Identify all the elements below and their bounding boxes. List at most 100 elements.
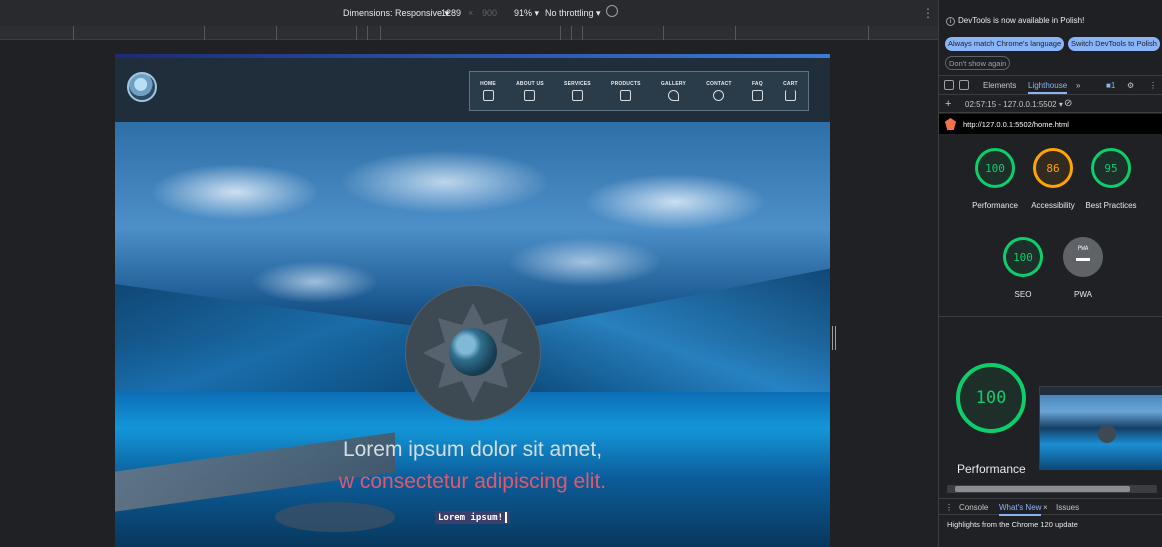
- more-tabs-button[interactable]: »: [1076, 81, 1080, 90]
- scrollbar-thumb[interactable]: [955, 486, 1130, 492]
- device-emulation-pane: Dimensions: Responsive ▾ 1289 × 900 91% …: [0, 0, 938, 547]
- rotate-icon[interactable]: [606, 5, 618, 17]
- report-url-bar: http://127.0.0.1:5502/home.html: [939, 114, 1162, 134]
- devtools-tabs: Elements Lighthouse » ■1 ⚙ ⋮: [939, 77, 1162, 95]
- site-header: HOME ABOUT US SERVICES PRODUCTS GALLERY …: [115, 58, 830, 122]
- hero-emblem: [406, 286, 540, 420]
- devtools-panel: i DevTools is now available in Polish! Al…: [938, 0, 1162, 547]
- settings-gear-icon[interactable]: ⚙: [1127, 81, 1134, 90]
- horizontal-scrollbar[interactable]: [947, 485, 1157, 493]
- issues-badge[interactable]: ■1: [1106, 81, 1115, 90]
- page-screenshot-thumbnail[interactable]: [1039, 386, 1162, 470]
- viewport-resize-handle[interactable]: [832, 326, 836, 350]
- text-cursor: [505, 512, 508, 523]
- drawer-tabs: ⋮ Console What's New × Issues: [939, 498, 1162, 516]
- info-icon: i: [946, 17, 955, 26]
- dont-show-again-button[interactable]: Don't show again: [945, 56, 1011, 70]
- site-logo[interactable]: [127, 72, 157, 102]
- emblem-globe-icon: [449, 328, 497, 376]
- hero-heading-line2: w consectetur adipiscing elit.: [338, 470, 607, 493]
- gauge-seo-label: SEO: [1014, 290, 1032, 299]
- nav-about-label: ABOUT US: [516, 81, 544, 87]
- new-report-button[interactable]: +: [945, 98, 951, 110]
- language-infobar: i DevTools is now available in Polish! Al…: [939, 0, 1162, 76]
- phone-icon: [713, 90, 725, 101]
- nav-gallery-label: GALLERY: [660, 81, 687, 87]
- report-url[interactable]: http://127.0.0.1:5502/home.html: [963, 120, 1069, 129]
- performance-summary-value: 100: [975, 388, 1007, 408]
- thumbnail-emblem: [1098, 425, 1116, 443]
- dimensions-dropdown[interactable]: Dimensions: Responsive ▾: [343, 8, 449, 19]
- zoom-dropdown[interactable]: 91% ▾: [514, 8, 539, 19]
- clear-reports-icon[interactable]: ⊘: [1064, 98, 1072, 109]
- gauge-pwa-text: PWA: [1077, 245, 1089, 252]
- times-sign: ×: [468, 8, 474, 18]
- screen: Dimensions: Responsive ▾ 1289 × 900 91% …: [0, 0, 1162, 547]
- switch-polish-button[interactable]: Switch DevTools to Polish: [1068, 37, 1160, 51]
- box-icon: [620, 90, 632, 101]
- tab-elements[interactable]: Elements: [983, 81, 1016, 90]
- throttle-dropdown[interactable]: No throttling ▾: [545, 8, 601, 19]
- cart-icon: [784, 90, 796, 101]
- home-icon: [482, 90, 494, 101]
- gauge-pwa[interactable]: PWA: [1063, 237, 1103, 277]
- whats-new-text: Highlights from the Chrome 120 update: [947, 520, 1078, 529]
- hero-bg-forest-left: [115, 284, 415, 392]
- drawer-tab-console[interactable]: Console: [959, 503, 988, 512]
- gauge-best-practices-value: 95: [1104, 161, 1118, 175]
- device-toolbar-menu-icon[interactable]: ⋮: [922, 6, 934, 20]
- nav-services[interactable]: SERVICES: [564, 81, 591, 101]
- close-icon[interactable]: ×: [1043, 503, 1048, 512]
- height-input[interactable]: 900: [482, 8, 497, 18]
- width-input[interactable]: 1289: [441, 8, 461, 18]
- pwa-dash-icon: [1076, 258, 1090, 261]
- paint-bucket-icon: [667, 90, 679, 101]
- drawer-tab-issues[interactable]: Issues: [1056, 503, 1079, 512]
- chat-icon: [751, 90, 763, 101]
- section-divider: [939, 316, 1162, 317]
- hero-bg-boat: [275, 502, 395, 532]
- nav-products[interactable]: PRODUCTS: [611, 81, 641, 101]
- thumbnail-header: [1040, 387, 1162, 395]
- info-card-icon: [524, 90, 536, 101]
- lighthouse-icon: [945, 118, 956, 130]
- media-query-ruler: [0, 26, 938, 40]
- device-toggle-icon[interactable]: [959, 80, 969, 90]
- site-nav: HOME ABOUT US SERVICES PRODUCTS GALLERY …: [469, 71, 809, 111]
- nav-home[interactable]: HOME: [480, 81, 496, 101]
- nav-home-label: HOME: [480, 81, 496, 87]
- performance-summary-gauge: 100: [956, 363, 1026, 433]
- gauge-seo-value: 100: [1013, 250, 1033, 264]
- nav-cart[interactable]: CART: [783, 81, 798, 101]
- nav-about[interactable]: ABOUT US: [516, 81, 544, 101]
- hero-cta-button[interactable]: Lorem ipsum!: [435, 511, 511, 524]
- issues-badge-count: 1: [1110, 81, 1116, 90]
- gauge-seo[interactable]: 100: [1003, 237, 1043, 277]
- nav-faq[interactable]: FAQ: [751, 81, 763, 101]
- nav-contact[interactable]: CONTACT: [706, 81, 731, 101]
- gauge-best-practices[interactable]: 95: [1091, 148, 1131, 188]
- gauge-pwa-label: PWA: [1074, 290, 1092, 299]
- nav-products-label: PRODUCTS: [611, 81, 641, 87]
- tab-lighthouse[interactable]: Lighthouse: [1028, 81, 1068, 94]
- gauge-accessibility[interactable]: 86: [1033, 148, 1073, 188]
- gauge-accessibility-label: Accessibility: [1031, 201, 1075, 210]
- gauge-performance-value: 100: [985, 161, 1005, 175]
- gauge-performance[interactable]: 100: [975, 148, 1015, 188]
- nav-gallery[interactable]: GALLERY: [661, 81, 686, 101]
- performance-summary-label: Performance: [957, 462, 1026, 476]
- drawer-tab-whats-new[interactable]: What's New: [999, 503, 1042, 516]
- infobar-message: i DevTools is now available in Polish!: [946, 16, 1084, 26]
- nav-cart-label: CART: [783, 81, 798, 87]
- inspect-element-icon[interactable]: [944, 80, 954, 90]
- hero-bg-forest-right: [530, 268, 830, 392]
- drawer-menu-icon[interactable]: ⋮: [945, 503, 953, 512]
- nav-faq-label: FAQ: [751, 81, 763, 87]
- report-selector[interactable]: 02:57:15 - 127.0.0.1:5502 ▾: [965, 100, 1063, 109]
- book-icon: [571, 90, 583, 101]
- nav-contact-label: CONTACT: [706, 81, 732, 87]
- devtools-menu-icon[interactable]: ⋮: [1149, 81, 1157, 90]
- hero-section: Lorem ipsum dolor sit amet, w consectetu…: [115, 122, 830, 547]
- match-language-button[interactable]: Always match Chrome's language: [945, 37, 1065, 51]
- nav-services-label: SERVICES: [564, 81, 591, 87]
